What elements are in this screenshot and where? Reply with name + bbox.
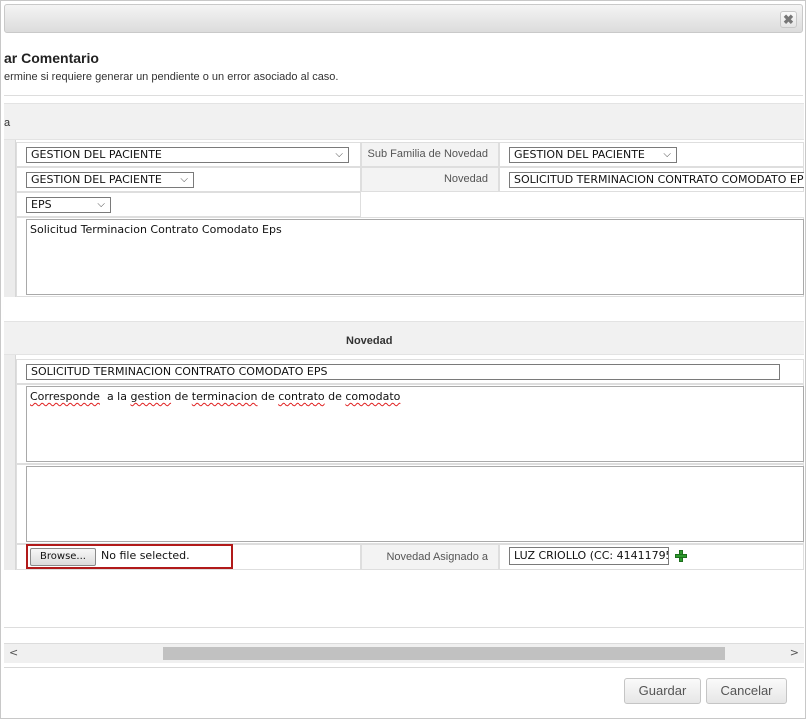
section-1-label: a <box>4 117 11 129</box>
misspelled-word: gestion <box>130 390 172 403</box>
chevron-down-icon: ⌵ <box>97 199 105 210</box>
row-gutter <box>4 140 16 297</box>
asignado-input[interactable]: LUZ CRIOLLO (CC: 41411795) <box>509 547 669 565</box>
dialog: ✖ ar Comentario ermine si requiere gener… <box>0 0 806 719</box>
browse-button[interactable]: Browse... <box>30 548 96 566</box>
chevron-down-icon: ⌵ <box>335 149 343 160</box>
horizontal-scrollbar[interactable]: < > <box>4 643 804 663</box>
chevron-down-icon: ⌵ <box>180 174 188 185</box>
misspelled-word: comodato <box>345 390 401 403</box>
divider <box>4 627 804 628</box>
misspelled-word: terminacion <box>191 390 258 403</box>
titulo-input[interactable]: SOLICITUD TERMINACION CONTRATO COMODATO … <box>26 364 780 380</box>
comentario-textarea[interactable]: Corresponde a la gestion de terminacion … <box>26 386 804 462</box>
misspelled-word: Corresponde <box>30 390 100 403</box>
tipo-select[interactable]: GESTION DEL PACIENTE ⌵ <box>26 172 194 188</box>
comment-text: de <box>257 390 279 403</box>
misspelled-word: contrato <box>278 390 325 403</box>
asignado-label: Novedad Asignado a <box>361 544 499 570</box>
form-scroll-area[interactable]: a GESTION DEL PACIENTE ⌵ Sub Familia de N… <box>4 103 804 639</box>
entidad-select[interactable]: EPS ⌵ <box>26 197 111 213</box>
notas-textarea[interactable] <box>26 466 804 542</box>
dialog-title: ar Comentario <box>4 50 99 66</box>
close-icon[interactable]: ✖ <box>780 11 797 28</box>
section-header-1: a <box>4 103 804 140</box>
scroll-right-icon[interactable]: > <box>790 646 799 659</box>
section-header-2: Novedad <box>4 321 804 355</box>
cancel-button[interactable]: Cancelar <box>706 678 787 704</box>
familia-select[interactable]: GESTION DEL PACIENTE ⌵ <box>26 147 349 163</box>
add-icon[interactable] <box>674 549 688 563</box>
descripcion-textarea[interactable]: Solicitud Terminacion Contrato Comodato … <box>26 219 804 295</box>
file-status: No file selected. <box>101 549 190 562</box>
novedad-select[interactable]: SOLICITUD TERMINACION CONTRATO COMODATO … <box>509 172 804 188</box>
scroll-left-icon[interactable]: < <box>9 646 18 659</box>
sub-familia-select[interactable]: GESTION DEL PACIENTE ⌵ <box>509 147 677 163</box>
footer-divider <box>4 667 804 668</box>
dialog-titlebar[interactable]: ✖ <box>4 4 803 33</box>
sub-familia-label: Sub Familia de Novedad <box>361 142 499 167</box>
file-upload-field[interactable]: Browse... No file selected. <box>26 544 233 569</box>
comment-text: de <box>324 390 346 403</box>
comment-text: de <box>171 390 192 403</box>
scrollbar-thumb[interactable] <box>163 647 725 660</box>
dialog-subtitle: ermine si requiere generar un pendiente … <box>4 71 339 83</box>
save-button[interactable]: Guardar <box>624 678 701 704</box>
section-2-title: Novedad <box>346 335 393 347</box>
divider <box>4 95 803 96</box>
comment-text: a la <box>99 390 131 403</box>
chevron-down-icon: ⌵ <box>663 149 671 160</box>
novedad-label: Novedad <box>361 167 499 192</box>
row-gutter <box>4 355 16 570</box>
